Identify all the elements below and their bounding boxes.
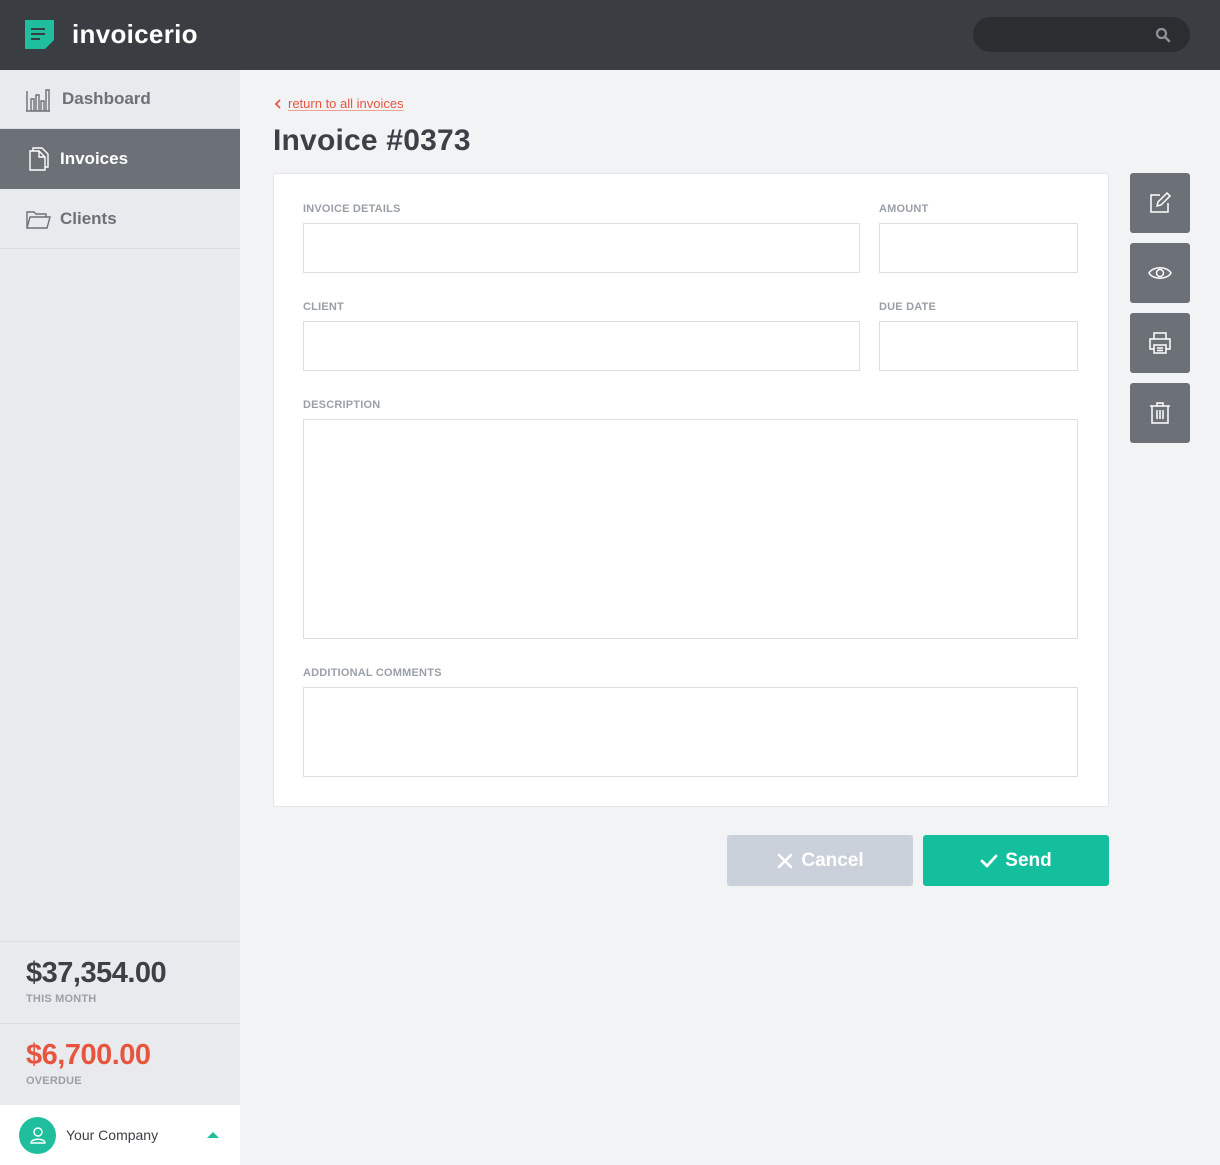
check-icon [980, 854, 998, 867]
send-button-label: Send [1005, 849, 1052, 871]
stat-label: THIS MONTH [26, 993, 97, 1005]
page-title: Invoice #0373 [273, 124, 471, 157]
stat-overdue: $6,700.00 OVERDUE [0, 1023, 240, 1105]
stat-this-month: $37,354.00 THIS MONTH [0, 941, 240, 1023]
amount-label: AMOUNT [879, 203, 929, 215]
eye-icon [1148, 267, 1172, 279]
search-icon[interactable] [1154, 26, 1172, 44]
delete-button[interactable] [1130, 383, 1190, 443]
invoice-details-label: INVOICE DETAILS [303, 203, 401, 215]
comments-label: ADDITIONAL COMMENTS [303, 667, 442, 679]
comments-field[interactable] [303, 687, 1078, 777]
sidebar-item-clients[interactable]: Clients [0, 189, 240, 249]
sidebar-item-label: Invoices [60, 149, 129, 168]
stat-label: OVERDUE [26, 1075, 82, 1087]
sidebar-item-label: Dashboard [62, 89, 151, 108]
description-label: DESCRIPTION [303, 399, 381, 411]
company-switcher[interactable]: Your Company [0, 1105, 240, 1165]
user-icon [29, 1127, 46, 1144]
sidebar: Dashboard Invoices Clients $37,354.00 TH… [0, 70, 240, 1165]
app-logo[interactable]: invoicerio [25, 20, 198, 49]
close-icon [778, 853, 793, 868]
sidebar-item-dashboard[interactable]: Dashboard [0, 70, 240, 129]
sidebar-item-label: Clients [60, 208, 117, 228]
description-field[interactable] [303, 419, 1078, 639]
due-date-label: DUE DATE [879, 301, 937, 313]
chevron-left-icon [274, 98, 281, 109]
preview-button[interactable] [1130, 243, 1190, 303]
client-label: CLIENT [303, 301, 344, 313]
bar-chart-icon [26, 89, 50, 112]
invoice-details-field[interactable] [303, 223, 860, 273]
client-field[interactable] [303, 321, 860, 371]
caret-up-icon[interactable] [207, 1132, 219, 1138]
app-name: invoicerio [72, 19, 198, 49]
trash-icon [1150, 402, 1170, 424]
logo-icon [25, 20, 54, 49]
back-link[interactable]: return to all invoices [274, 96, 404, 111]
printer-icon [1149, 332, 1171, 354]
due-date-field[interactable] [879, 321, 1078, 371]
edit-button[interactable] [1130, 173, 1190, 233]
folder-icon [26, 210, 51, 229]
amount-field[interactable] [879, 223, 1078, 273]
edit-icon [1150, 191, 1172, 213]
avatar [19, 1116, 56, 1154]
cancel-button[interactable]: Cancel [727, 835, 913, 886]
print-button[interactable] [1130, 313, 1190, 373]
documents-icon [29, 147, 49, 171]
search-input[interactable] [988, 17, 1148, 52]
cancel-button-label: Cancel [801, 849, 864, 871]
top-bar: invoicerio [0, 0, 1220, 70]
company-name: Your Company [66, 1127, 159, 1143]
send-button[interactable]: Send [923, 835, 1109, 886]
sidebar-item-invoices[interactable]: Invoices [0, 129, 240, 189]
search-box[interactable] [973, 17, 1190, 52]
stat-value: $37,354.00 [26, 957, 167, 989]
back-link-label: return to all invoices [288, 96, 404, 111]
invoice-form-card: INVOICE DETAILS AMOUNT CLIENT DUE DATE D… [273, 173, 1109, 807]
stat-value: $6,700.00 [26, 1039, 151, 1071]
